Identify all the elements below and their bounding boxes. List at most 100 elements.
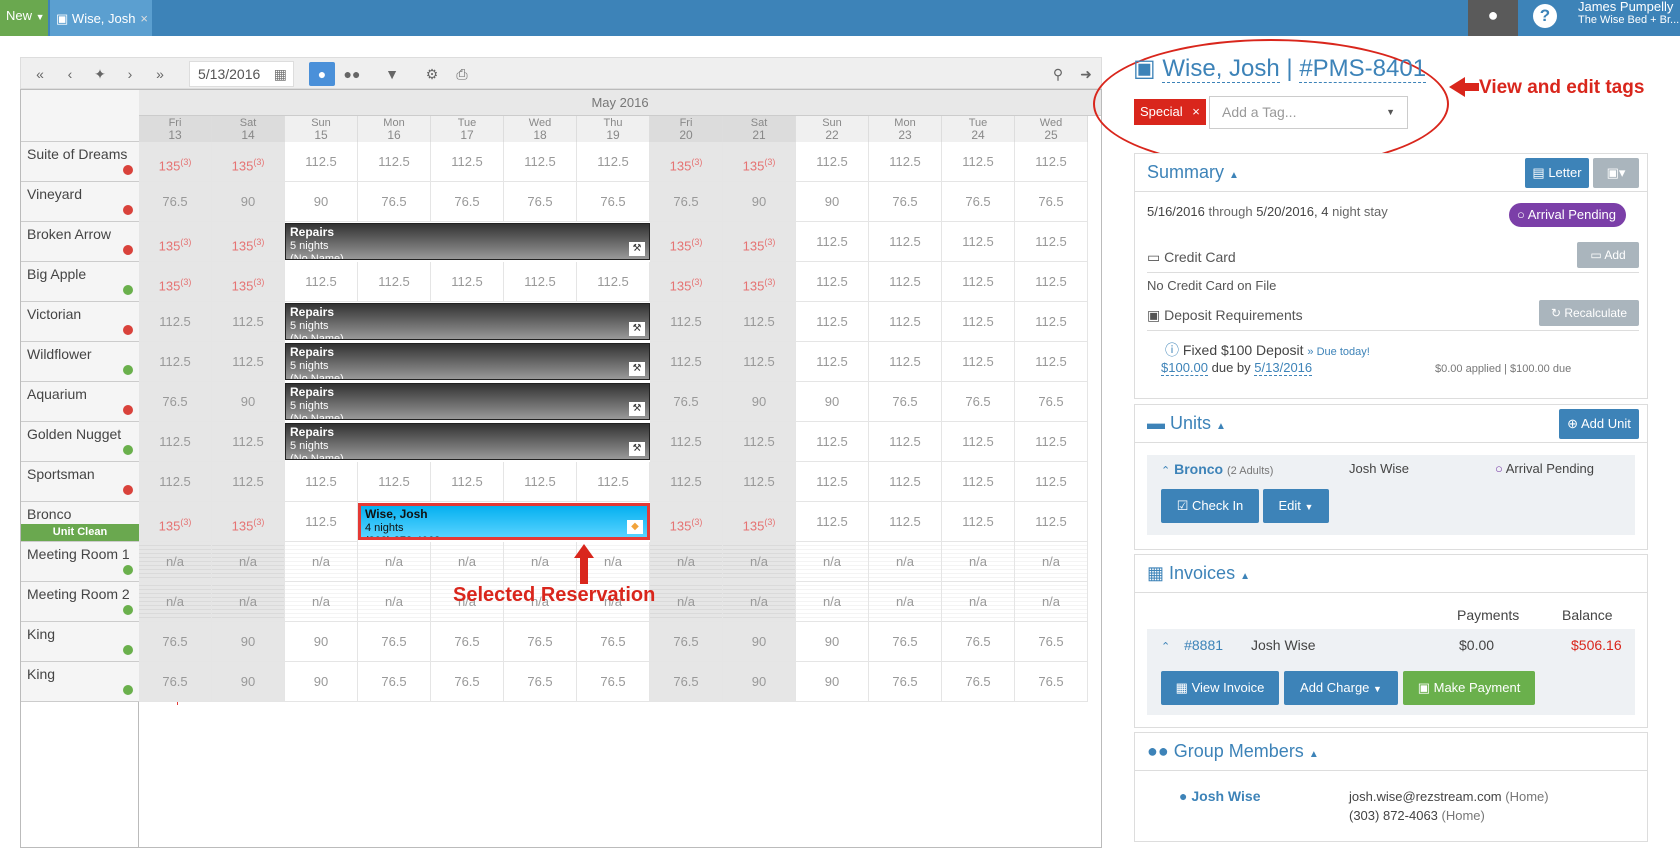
rate-cell[interactable]: 76.5 [869, 182, 942, 222]
rate-cell[interactable]: 112.5 [723, 302, 796, 342]
last-page-button[interactable]: » [147, 62, 173, 86]
rate-cell[interactable]: 90 [723, 662, 796, 702]
rate-cell[interactable]: 112.5 [504, 262, 577, 302]
rate-cell[interactable]: 135(3) [723, 502, 796, 542]
make-payment-button[interactable]: ▣ Make Payment [1403, 671, 1535, 705]
rate-cell[interactable]: 112.5 [796, 262, 869, 302]
rate-cell[interactable]: n/a [358, 542, 431, 582]
rate-cell[interactable]: 76.5 [577, 662, 650, 702]
rate-cell[interactable]: n/a [139, 542, 212, 582]
unit-row-label[interactable]: Big Apple [21, 262, 139, 302]
unit-row-label[interactable]: King [21, 662, 139, 702]
repair-block[interactable]: Repairs 5 nights (No Name) ⚒ [285, 383, 650, 420]
rate-cell[interactable]: 112.5 [139, 422, 212, 462]
rate-cell[interactable]: 76.5 [1015, 382, 1088, 422]
new-button[interactable]: New ▼ [0, 0, 48, 36]
pin-icon[interactable]: ✦ [87, 62, 113, 86]
rate-cell[interactable]: 112.5 [650, 342, 723, 382]
rate-cell[interactable]: 76.5 [1015, 662, 1088, 702]
rate-cell[interactable]: 135(3) [212, 222, 285, 262]
rate-cell[interactable]: 112.5 [1015, 262, 1088, 302]
unit-row-label[interactable]: Meeting Room 1 [21, 542, 139, 582]
repair-block[interactable]: Repairs 5 nights (No Name) ⚒ [285, 223, 650, 260]
rate-cell[interactable]: 90 [723, 382, 796, 422]
rate-cell[interactable]: 76.5 [869, 382, 942, 422]
rate-cell[interactable]: 76.5 [504, 662, 577, 702]
rate-cell[interactable]: 76.5 [650, 622, 723, 662]
selected-reservation[interactable]: Wise, Josh4 nights(303) 872-4063◆ [358, 503, 650, 540]
rate-cell[interactable]: n/a [942, 582, 1015, 622]
help-button[interactable]: ? [1520, 0, 1570, 36]
add-tag-input[interactable]: Add a Tag... ▼ [1209, 96, 1408, 129]
rate-cell[interactable]: 76.5 [869, 662, 942, 702]
pms-number[interactable]: #PMS-8401 [1299, 55, 1427, 83]
rate-cell[interactable]: 90 [796, 182, 869, 222]
member-link[interactable]: Josh Wise [1191, 788, 1260, 804]
rate-cell[interactable]: 135(3) [650, 262, 723, 302]
unit-row-label[interactable]: Bronco Unit Clean [21, 502, 139, 542]
forward-button[interactable]: ➜ [1073, 62, 1099, 86]
rate-cell[interactable]: n/a [1015, 542, 1088, 582]
rate-cell[interactable]: 90 [723, 182, 796, 222]
deposit-amount[interactable]: $100.00 [1161, 360, 1208, 376]
repair-block[interactable]: Repairs 5 nights (No Name) ⚒ [285, 423, 650, 460]
rate-cell[interactable]: 112.5 [869, 462, 942, 502]
rate-cell[interactable]: n/a [212, 582, 285, 622]
rate-cell[interactable]: n/a [139, 582, 212, 622]
rate-cell[interactable]: 76.5 [431, 622, 504, 662]
group-view-button[interactable]: ●● [339, 62, 365, 86]
unit-row-label[interactable]: Aquarium [21, 382, 139, 422]
rate-cell[interactable]: 112.5 [869, 262, 942, 302]
rate-cell[interactable]: 112.5 [723, 422, 796, 462]
rate-cell[interactable]: 112.5 [942, 502, 1015, 542]
rate-cell[interactable]: 112.5 [942, 262, 1015, 302]
repair-block[interactable]: Repairs 5 nights (No Name) ⚒ [285, 343, 650, 380]
prev-button[interactable]: ‹ [57, 62, 83, 86]
rate-cell[interactable]: 76.5 [139, 622, 212, 662]
rate-cell[interactable]: n/a [869, 542, 942, 582]
rate-cell[interactable]: 76.5 [650, 662, 723, 702]
rate-cell[interactable]: 76.5 [358, 622, 431, 662]
rate-cell[interactable]: 112.5 [796, 462, 869, 502]
rate-cell[interactable]: 112.5 [942, 422, 1015, 462]
rate-cell[interactable]: 90 [796, 622, 869, 662]
unit-link[interactable]: Bronco [1174, 461, 1223, 477]
rate-cell[interactable]: 76.5 [577, 622, 650, 662]
rate-cell[interactable]: 135(3) [139, 222, 212, 262]
rate-cell[interactable]: 112.5 [577, 142, 650, 182]
rate-cell[interactable]: 112.5 [796, 502, 869, 542]
unit-row-label[interactable]: Meeting Room 2 [21, 582, 139, 622]
rate-cell[interactable]: 76.5 [942, 182, 1015, 222]
rate-cell[interactable]: n/a [285, 542, 358, 582]
rate-cell[interactable]: 112.5 [650, 422, 723, 462]
rate-cell[interactable]: 112.5 [285, 262, 358, 302]
rate-cell[interactable]: 135(3) [650, 502, 723, 542]
rate-cell[interactable]: 112.5 [285, 462, 358, 502]
unit-row-label[interactable]: Suite of Dreams [21, 142, 139, 182]
rate-cell[interactable]: 90 [285, 182, 358, 222]
add-unit-button[interactable]: ⊕ Add Unit [1559, 409, 1639, 439]
rate-cell[interactable]: n/a [285, 582, 358, 622]
rate-cell[interactable]: n/a [1015, 582, 1088, 622]
rate-cell[interactable]: 112.5 [358, 462, 431, 502]
rate-cell[interactable]: 90 [285, 622, 358, 662]
rate-cell[interactable]: n/a [358, 582, 431, 622]
rate-cell[interactable]: 76.5 [358, 182, 431, 222]
rate-cell[interactable]: 76.5 [942, 662, 1015, 702]
filter-button[interactable]: ▼ [379, 62, 405, 86]
rate-cell[interactable]: 112.5 [285, 142, 358, 182]
rate-cell[interactable]: 135(3) [212, 502, 285, 542]
tab-reservation[interactable]: ▣ Wise, Josh × [50, 0, 152, 36]
settings-button[interactable]: ⚙ [419, 62, 445, 86]
rate-cell[interactable]: 112.5 [869, 142, 942, 182]
rate-cell[interactable]: 112.5 [358, 142, 431, 182]
rate-cell[interactable]: 112.5 [577, 262, 650, 302]
group-member-name[interactable]: ● Josh Wise [1179, 788, 1260, 804]
rate-cell[interactable]: 112.5 [869, 502, 942, 542]
rate-cell[interactable]: 76.5 [650, 182, 723, 222]
rate-cell[interactable]: 135(3) [650, 222, 723, 262]
unit-row-label[interactable]: Sportsman [21, 462, 139, 502]
rate-cell[interactable]: n/a [942, 542, 1015, 582]
unit-row-label[interactable]: Vineyard [21, 182, 139, 222]
rate-cell[interactable]: 112.5 [796, 222, 869, 262]
